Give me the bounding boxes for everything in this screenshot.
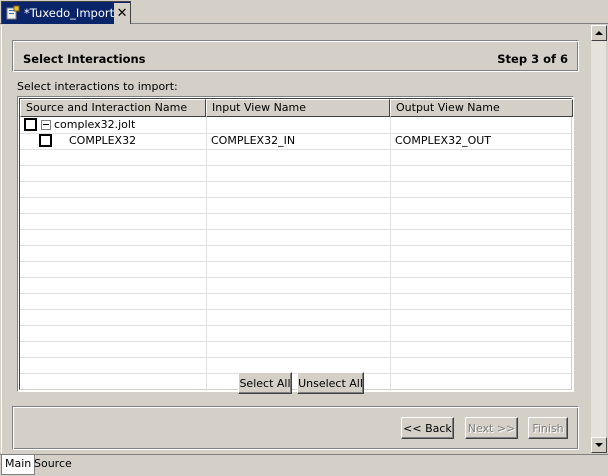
grid-line <box>20 213 573 214</box>
finish-button[interactable]: Finish <box>528 417 568 439</box>
table-header: Source and Interaction Name Input View N… <box>20 99 573 117</box>
back-button[interactable]: << Back <box>401 417 454 439</box>
grid-line <box>20 357 573 358</box>
next-button[interactable]: Next >> <box>465 417 518 439</box>
collapse-icon[interactable] <box>41 120 51 130</box>
editor-tab-title: *Tuxedo_Import <box>24 6 115 20</box>
bottom-tab-bar: Main Source <box>0 454 608 476</box>
table-row[interactable]: complex32.jolt <box>20 117 206 133</box>
arrow-down-icon <box>595 443 603 447</box>
grid-line <box>20 149 573 150</box>
grid-line <box>20 261 573 262</box>
grid-line <box>390 117 391 391</box>
column-header-output-view[interactable]: Output View Name <box>390 99 573 117</box>
grid-line <box>20 197 573 198</box>
vertical-scrollbar[interactable] <box>590 25 607 453</box>
scroll-track[interactable] <box>591 41 607 437</box>
row-checkbox[interactable] <box>39 134 52 147</box>
select-all-button[interactable]: Select All <box>238 372 292 394</box>
interactions-table: Source and Interaction Name Input View N… <box>17 96 574 392</box>
row-checkbox[interactable] <box>24 118 37 131</box>
grid-line <box>20 293 573 294</box>
editor-tab-tuxedo-import[interactable]: *Tuxedo_Import ✕ <box>1 1 131 24</box>
page-title: Select Interactions <box>23 52 146 66</box>
grid-line <box>206 117 207 391</box>
output-view-name: COMPLEX32_OUT <box>395 134 492 147</box>
interaction-name: COMPLEX32 <box>69 134 137 147</box>
input-view-name: COMPLEX32_IN <box>211 134 296 147</box>
scroll-up-button[interactable] <box>591 25 607 41</box>
tab-source[interactable]: Source <box>31 455 75 475</box>
unselect-all-button[interactable]: Unselect All <box>297 372 364 394</box>
scroll-down-button[interactable] <box>591 437 607 453</box>
arrow-up-icon <box>595 31 603 35</box>
grid-line <box>20 181 573 182</box>
grid-line <box>20 325 573 326</box>
import-wizard-icon <box>5 5 21 21</box>
close-tab-icon[interactable]: ✕ <box>114 2 130 24</box>
instruction-label: Select interactions to import: <box>17 80 178 93</box>
editor-tab-bar: *Tuxedo_Import ✕ <box>0 0 608 24</box>
table-body: complex32.jolt COMPLEX32 COMPLEX32_IN CO… <box>20 117 573 391</box>
grid-line <box>20 165 573 166</box>
wizard-page: Select Interactions Step 3 of 6 Select i… <box>1 25 590 453</box>
grid-line <box>20 341 573 342</box>
grid-line <box>20 245 573 246</box>
grid-line <box>20 309 573 310</box>
wizard-header: Select Interactions Step 3 of 6 <box>12 40 579 72</box>
source-name: complex32.jolt <box>54 118 136 131</box>
table-frame: Source and Interaction Name Input View N… <box>19 98 573 391</box>
grid-line <box>20 277 573 278</box>
column-header-input-view[interactable]: Input View Name <box>206 99 390 117</box>
step-indicator: Step 3 of 6 <box>497 52 568 66</box>
table-row[interactable]: COMPLEX32 COMPLEX32_IN COMPLEX32_OUT <box>20 133 573 149</box>
grid-line <box>20 229 573 230</box>
column-header-source[interactable]: Source and Interaction Name <box>20 99 206 117</box>
